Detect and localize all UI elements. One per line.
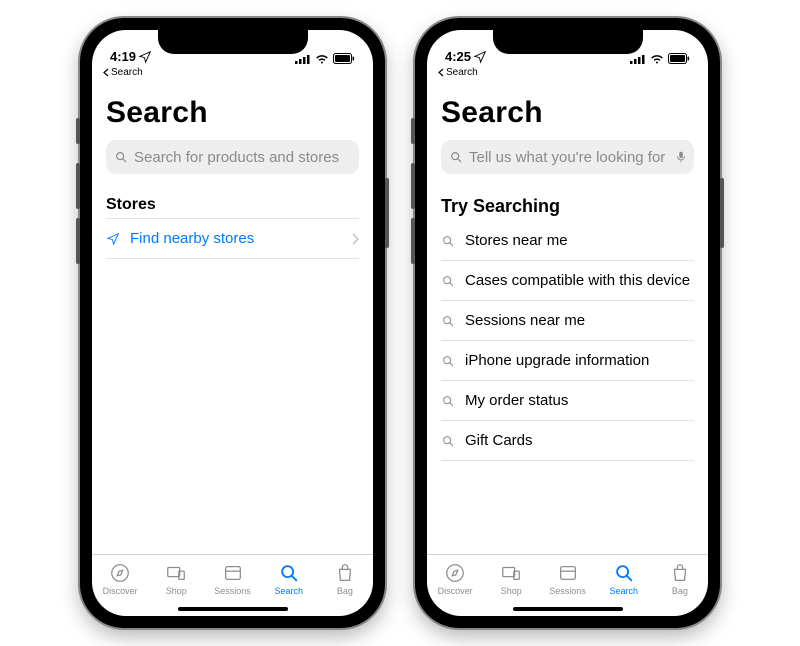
battery-icon <box>668 53 690 64</box>
chevron-right-icon <box>351 233 359 245</box>
search-tab-icon <box>613 562 635 584</box>
battery-icon <box>333 53 355 64</box>
section-header-try: Try Searching <box>441 196 694 217</box>
back-label: Search <box>111 67 143 78</box>
cellular-icon <box>630 54 646 64</box>
status-time: 4:25 <box>445 49 471 64</box>
devices-icon <box>500 562 522 584</box>
status-icons <box>630 53 690 64</box>
section-header-stores: Stores <box>106 196 359 214</box>
status-icons <box>295 53 355 64</box>
suggestion-label: Gift Cards <box>465 432 694 449</box>
home-indicator[interactable] <box>513 607 623 611</box>
search-icon <box>441 434 455 448</box>
suggestion-row[interactable]: My order status <box>441 381 694 421</box>
find-nearby-label: Find nearby stores <box>130 230 341 247</box>
suggestion-label: Cases compatible with this device <box>465 272 694 289</box>
bag-icon <box>669 562 691 584</box>
suggestion-label: Sessions near me <box>465 312 694 329</box>
tab-bag[interactable]: Bag <box>317 555 373 602</box>
suggestion-row[interactable]: iPhone upgrade information <box>441 341 694 381</box>
back-label: Search <box>446 67 478 78</box>
find-nearby-stores-row[interactable]: Find nearby stores <box>106 219 359 259</box>
search-input[interactable] <box>441 140 694 174</box>
search-field[interactable] <box>469 149 668 166</box>
search-icon <box>441 354 455 368</box>
suggestion-row[interactable]: Stores near me <box>441 221 694 261</box>
tab-search[interactable]: Search <box>596 555 652 602</box>
tab-discover[interactable]: Discover <box>92 555 148 602</box>
tab-sessions[interactable]: Sessions <box>539 555 595 602</box>
search-input[interactable] <box>106 140 359 174</box>
location-arrow-icon <box>106 232 120 246</box>
location-icon <box>138 50 152 64</box>
suggestion-row[interactable]: Gift Cards <box>441 421 694 461</box>
tab-shop[interactable]: Shop <box>148 555 204 602</box>
bag-icon <box>334 562 356 584</box>
search-tab-icon <box>278 562 300 584</box>
status-time: 4:19 <box>110 49 136 64</box>
search-icon <box>441 394 455 408</box>
suggestion-label: My order status <box>465 392 694 409</box>
tab-bag[interactable]: Bag <box>652 555 708 602</box>
search-icon <box>441 274 455 288</box>
wifi-icon <box>650 54 664 64</box>
sessions-icon <box>222 562 244 584</box>
device-right: 4:25 Search Search Try Searching <box>415 18 720 628</box>
page-title: Search <box>441 96 694 130</box>
location-icon <box>473 50 487 64</box>
tab-discover[interactable]: Discover <box>427 555 483 602</box>
cellular-icon <box>295 54 311 64</box>
page-title: Search <box>106 96 359 130</box>
compass-icon <box>109 562 131 584</box>
suggestion-row[interactable]: Sessions near me <box>441 301 694 341</box>
devices-icon <box>165 562 187 584</box>
compass-icon <box>444 562 466 584</box>
chevron-left-icon <box>102 68 109 77</box>
home-indicator[interactable] <box>178 607 288 611</box>
chevron-left-icon <box>437 68 444 77</box>
wifi-icon <box>315 54 329 64</box>
search-icon <box>449 150 463 164</box>
tab-search[interactable]: Search <box>261 555 317 602</box>
search-icon <box>114 150 128 164</box>
suggestion-label: iPhone upgrade information <box>465 352 694 369</box>
tab-sessions[interactable]: Sessions <box>204 555 260 602</box>
mic-icon[interactable] <box>674 150 688 164</box>
suggestion-label: Stores near me <box>465 232 694 249</box>
search-icon <box>441 314 455 328</box>
search-icon <box>441 234 455 248</box>
back-breadcrumb[interactable]: Search <box>427 66 708 78</box>
search-field[interactable] <box>134 149 351 166</box>
tab-shop[interactable]: Shop <box>483 555 539 602</box>
suggestion-row[interactable]: Cases compatible with this device <box>441 261 694 301</box>
sessions-icon <box>557 562 579 584</box>
device-left: 4:19 Search Search Stores Find near <box>80 18 385 628</box>
back-breadcrumb[interactable]: Search <box>92 66 373 78</box>
